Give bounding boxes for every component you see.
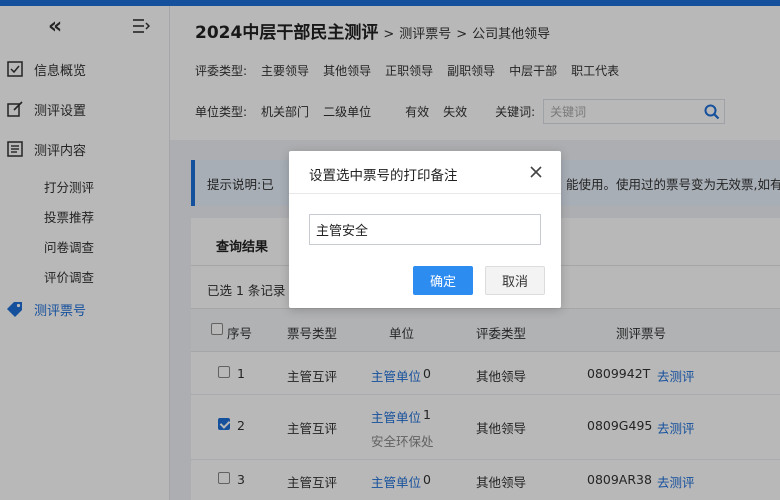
- close-icon[interactable]: [529, 165, 543, 179]
- print-note-dialog: 设置选中票号的打印备注 确定 取消: [289, 151, 561, 308]
- print-note-input[interactable]: [309, 214, 541, 245]
- confirm-button[interactable]: 确定: [413, 266, 473, 295]
- cancel-button[interactable]: 取消: [485, 266, 545, 295]
- dialog-title: 设置选中票号的打印备注: [309, 168, 458, 184]
- dialog-divider: [289, 193, 561, 194]
